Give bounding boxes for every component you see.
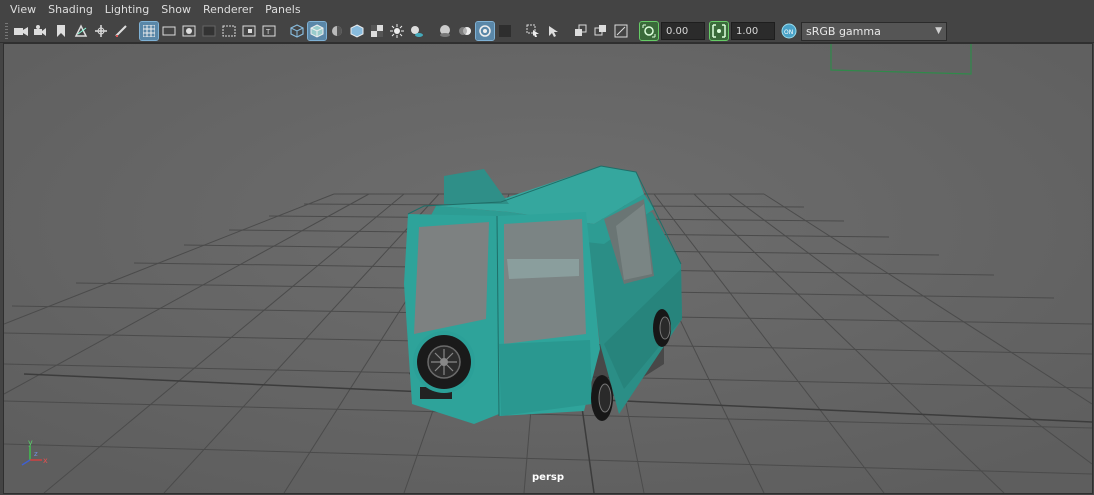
image-plane-icon[interactable] <box>72 22 90 40</box>
axis-label-y: y <box>28 438 33 447</box>
shadows-icon[interactable] <box>408 22 426 40</box>
gate-mask-icon[interactable] <box>200 22 218 40</box>
gamma-icon[interactable] <box>709 21 729 41</box>
wireframe-on-shaded-icon[interactable] <box>348 22 366 40</box>
grid-icon[interactable] <box>139 21 159 41</box>
motion-blur-icon[interactable] <box>456 22 474 40</box>
safe-title-icon[interactable]: T <box>260 22 278 40</box>
bookmark-icon[interactable] <box>52 22 70 40</box>
xray-joints-icon[interactable] <box>592 22 610 40</box>
camera-attributes-icon[interactable] <box>32 22 50 40</box>
2d-pan-zoom-icon[interactable] <box>92 22 110 40</box>
field-chart-icon[interactable] <box>220 22 238 40</box>
gamma-field[interactable]: 1.00 <box>731 22 775 40</box>
viewport-scene[interactable]: y x z <box>4 44 1092 493</box>
smooth-shade-icon[interactable] <box>307 21 327 41</box>
panel-menu-bar: View Shading Lighting Show Renderer Pane… <box>0 0 1094 20</box>
textured-icon[interactable] <box>368 22 386 40</box>
exposure-icon[interactable] <box>639 21 659 41</box>
film-gate-icon[interactable] <box>160 22 178 40</box>
use-all-lights-icon[interactable] <box>388 22 406 40</box>
color-space-value: sRGB gamma <box>806 24 881 38</box>
hud-toggle-icon[interactable] <box>612 22 630 40</box>
svg-text:ON: ON <box>784 29 793 36</box>
camera-icon[interactable] <box>12 22 30 40</box>
menu-lighting[interactable]: Lighting <box>99 0 155 20</box>
menu-show[interactable]: Show <box>155 0 197 20</box>
axis-label-z: z <box>34 450 38 458</box>
panel-toolbar: T 0.00 1.00 ON sRGB gamma ▼ <box>0 20 1094 43</box>
svg-text:T: T <box>265 28 271 36</box>
color-space-dropdown[interactable]: sRGB gamma ▼ <box>801 21 947 41</box>
isolate-select-icon[interactable] <box>524 22 542 40</box>
axis-label-x: x <box>43 456 48 465</box>
xray-icon[interactable] <box>544 22 562 40</box>
screen-space-ao-icon[interactable] <box>436 22 454 40</box>
xray-active-components-icon[interactable] <box>572 22 590 40</box>
menu-panels[interactable]: Panels <box>259 0 306 20</box>
menu-shading[interactable]: Shading <box>42 0 99 20</box>
camera-label: persp <box>532 472 564 483</box>
menu-view[interactable]: View <box>0 0 42 20</box>
wireframe-icon[interactable] <box>288 22 306 40</box>
toolbar-grip[interactable] <box>5 23 8 39</box>
color-management-icon[interactable]: ON <box>780 22 798 40</box>
perspective-viewport[interactable]: y x z persp <box>3 43 1093 494</box>
grease-pencil-icon[interactable] <box>112 22 130 40</box>
menu-renderer[interactable]: Renderer <box>197 0 259 20</box>
exposure-field[interactable]: 0.00 <box>661 22 705 40</box>
chevron-down-icon: ▼ <box>935 26 942 36</box>
use-default-material-icon[interactable] <box>328 22 346 40</box>
depth-of-field-icon[interactable] <box>496 22 514 40</box>
resolution-gate-icon[interactable] <box>180 22 198 40</box>
safe-action-icon[interactable] <box>240 22 258 40</box>
multisample-aa-icon[interactable] <box>475 21 495 41</box>
